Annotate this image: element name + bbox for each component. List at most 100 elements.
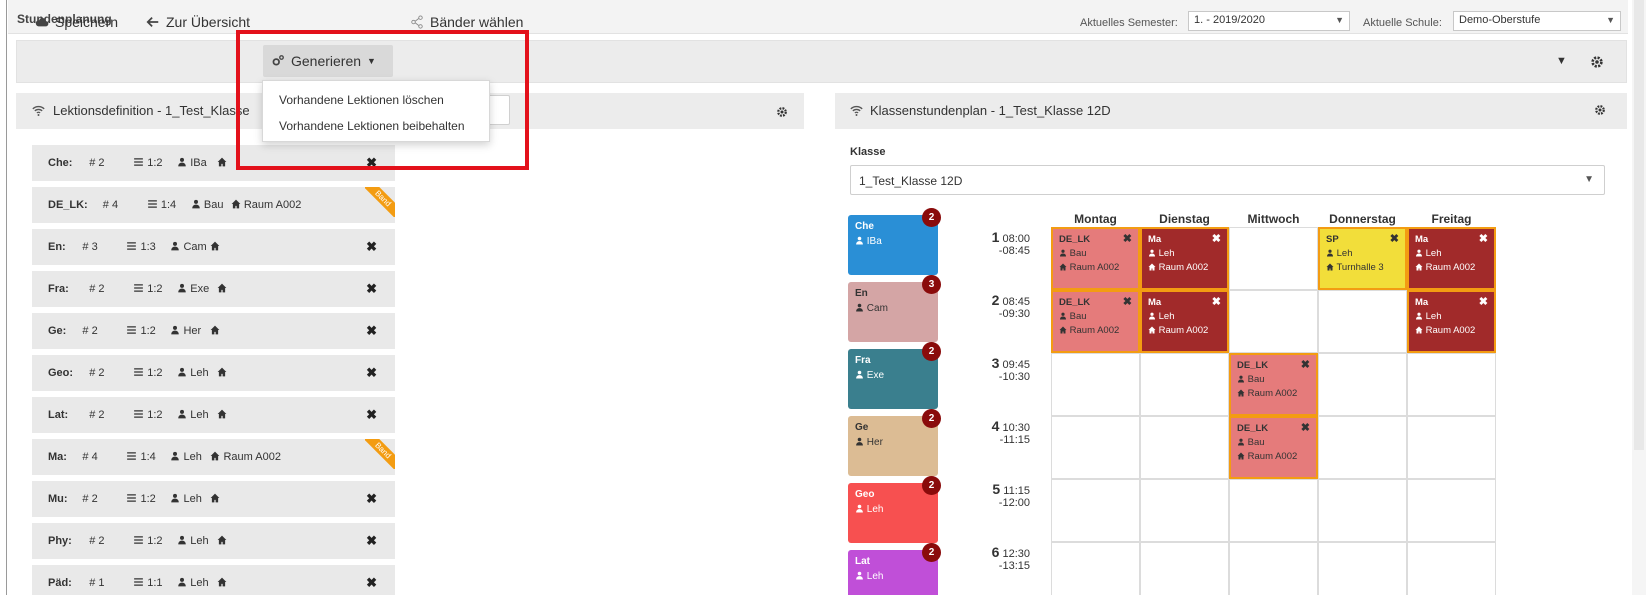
timetable-cell[interactable] (1229, 227, 1318, 290)
timetable-cell[interactable] (1140, 542, 1229, 595)
gear-icon[interactable] (1590, 55, 1604, 69)
scrollbar-thumb[interactable] (1634, 0, 1644, 450)
timetable-cell[interactable] (1051, 353, 1140, 416)
timetable-cell[interactable] (1051, 416, 1140, 479)
list-icon (126, 241, 137, 253)
period-start: 08:00 (1002, 233, 1030, 245)
scheduled-lesson[interactable]: DE_LK ✖ Bau Raum A002 (1229, 353, 1318, 416)
timetable-cell[interactable] (1140, 416, 1229, 479)
close-icon[interactable]: ✖ (1390, 232, 1399, 245)
timetable-cell[interactable] (1318, 290, 1407, 353)
subject-card[interactable]: Lat Leh 2 (848, 543, 941, 595)
generate-button[interactable]: Generieren ▼ (263, 45, 393, 77)
close-icon[interactable]: ✖ (366, 281, 377, 297)
lesson-teacher: Leh (177, 367, 209, 379)
subject-card[interactable]: Ge Her 2 (848, 409, 941, 476)
caret-down-icon[interactable]: ▼ (1556, 55, 1567, 67)
user-icon (1237, 374, 1245, 385)
lesson-row[interactable]: Päd: # 1 1:1 Leh ✖ (32, 565, 395, 595)
user-icon (1059, 311, 1067, 322)
lesson-teacher: Leh (177, 577, 209, 589)
close-icon[interactable]: ✖ (366, 155, 377, 171)
home-icon (217, 535, 227, 547)
timetable-cell[interactable] (1051, 542, 1140, 595)
timetable-cell[interactable] (1229, 542, 1318, 595)
close-icon[interactable]: ✖ (1212, 295, 1221, 308)
close-icon[interactable]: ✖ (366, 407, 377, 423)
subject-name: Ge (855, 422, 869, 433)
lesson-row[interactable]: Lat: # 2 1:2 Leh ✖ (32, 397, 395, 433)
period-number: 5 (992, 481, 1001, 497)
scheduled-lesson[interactable]: DE_LK ✖ Bau Raum A002 (1051, 290, 1140, 353)
back-to-overview-button[interactable]: Zur Übersicht (138, 8, 258, 36)
lesson-name: Fra: (48, 283, 69, 295)
lesson-row[interactable]: Ma: # 4 1:4 Leh Raum A002 Band (32, 439, 395, 475)
timetable-cell[interactable] (1051, 479, 1140, 542)
scheduled-lesson[interactable]: SP ✖ Leh Turnhalle 3 (1318, 227, 1407, 290)
subject-card[interactable]: Geo Leh 2 (848, 476, 941, 543)
close-icon[interactable]: ✖ (1212, 232, 1221, 245)
lesson-row[interactable]: En: # 3 1:3 Cam ✖ (32, 229, 395, 265)
gear-icon[interactable] (776, 106, 788, 118)
timetable-cell[interactable] (1407, 416, 1496, 479)
lesson-ratio: 1:2 (133, 367, 163, 379)
scheduled-lesson[interactable]: DE_LK ✖ Bau Raum A002 (1229, 416, 1318, 479)
timetable-cell[interactable] (1318, 542, 1407, 595)
timetable-cell[interactable] (1229, 479, 1318, 542)
menu-item-keep-lessons[interactable]: Vorhandene Lektionen beibehalten (279, 119, 465, 133)
scheduled-lesson[interactable]: Ma ✖ Leh Raum A002 (1140, 227, 1229, 290)
lesson-row[interactable]: Che: # 2 1:2 IBa ✖ (32, 145, 395, 181)
gear-icon[interactable] (1594, 104, 1606, 116)
scheduled-lesson[interactable]: Ma ✖ Leh Raum A002 (1407, 290, 1496, 353)
close-icon[interactable]: ✖ (1301, 421, 1310, 434)
close-icon[interactable]: ✖ (1301, 358, 1310, 371)
lesson-row[interactable]: Geo: # 2 1:2 Leh ✖ (32, 355, 395, 391)
lesson-count: # 2 (82, 493, 98, 505)
period-end: -10:30 (998, 371, 1030, 383)
timetable-cell[interactable] (1318, 479, 1407, 542)
timetable-cell[interactable] (1407, 542, 1496, 595)
list-icon (147, 199, 158, 211)
lesson-row[interactable]: Ge: # 2 1:2 Her ✖ (32, 313, 395, 349)
menu-item-delete-lessons[interactable]: Vorhandene Lektionen löschen (279, 93, 444, 107)
scheduled-lesson[interactable]: Ma ✖ Leh Raum A002 (1140, 290, 1229, 353)
timetable-cell[interactable] (1407, 479, 1496, 542)
timetable-cell[interactable] (1407, 353, 1496, 416)
close-icon[interactable]: ✖ (366, 365, 377, 381)
close-icon[interactable]: ✖ (366, 239, 377, 255)
subject-card[interactable]: En Cam 3 (848, 275, 941, 342)
semester-select[interactable]: 1. - 2019/2020 ▼ (1188, 11, 1350, 31)
lesson-row[interactable]: Fra: # 2 1:2 Exe ✖ (32, 271, 395, 307)
timetable-cell[interactable] (1318, 416, 1407, 479)
close-icon[interactable]: ✖ (366, 533, 377, 549)
save-button[interactable]: Speichern (27, 8, 126, 36)
user-icon (177, 367, 187, 379)
timetable-cell[interactable] (1229, 290, 1318, 353)
subject-card[interactable]: Fra Exe 2 (848, 342, 941, 409)
scheduled-lesson[interactable]: Ma ✖ Leh Raum A002 (1407, 227, 1496, 290)
close-icon[interactable]: ✖ (366, 491, 377, 507)
lesson-subject: Ma (1415, 234, 1429, 245)
select-bands-button[interactable]: Bänder wählen (402, 8, 531, 36)
close-icon[interactable]: ✖ (366, 575, 377, 591)
close-icon[interactable]: ✖ (1123, 232, 1132, 245)
timetable-cell[interactable] (1318, 353, 1407, 416)
close-icon[interactable]: ✖ (1479, 232, 1488, 245)
close-icon[interactable]: ✖ (1479, 295, 1488, 308)
lesson-row[interactable]: Mu: # 2 1:2 Leh ✖ (32, 481, 395, 517)
day-header: Freitag (1431, 212, 1472, 226)
subject-card[interactable]: Che IBa 2 (848, 208, 941, 275)
toolbar (16, 40, 1627, 83)
home-icon (210, 241, 220, 253)
lesson-row[interactable]: DE_LK: # 4 1:4 Bau Raum A002 Band (32, 187, 395, 223)
lesson-row[interactable]: Phy: # 2 1:2 Leh ✖ (32, 523, 395, 559)
close-icon[interactable]: ✖ (366, 323, 377, 339)
timetable-cell[interactable] (1140, 353, 1229, 416)
user-icon (1059, 248, 1067, 259)
timetable-cell[interactable] (1140, 479, 1229, 542)
close-icon[interactable]: ✖ (1123, 295, 1132, 308)
class-select[interactable]: 1_Test_Klasse 12D ▼ (850, 165, 1605, 195)
scheduled-lesson[interactable]: DE_LK ✖ Bau Raum A002 (1051, 227, 1140, 290)
school-select[interactable]: Demo-Oberstufe ▼ (1453, 11, 1621, 31)
lesson-room (210, 325, 220, 337)
